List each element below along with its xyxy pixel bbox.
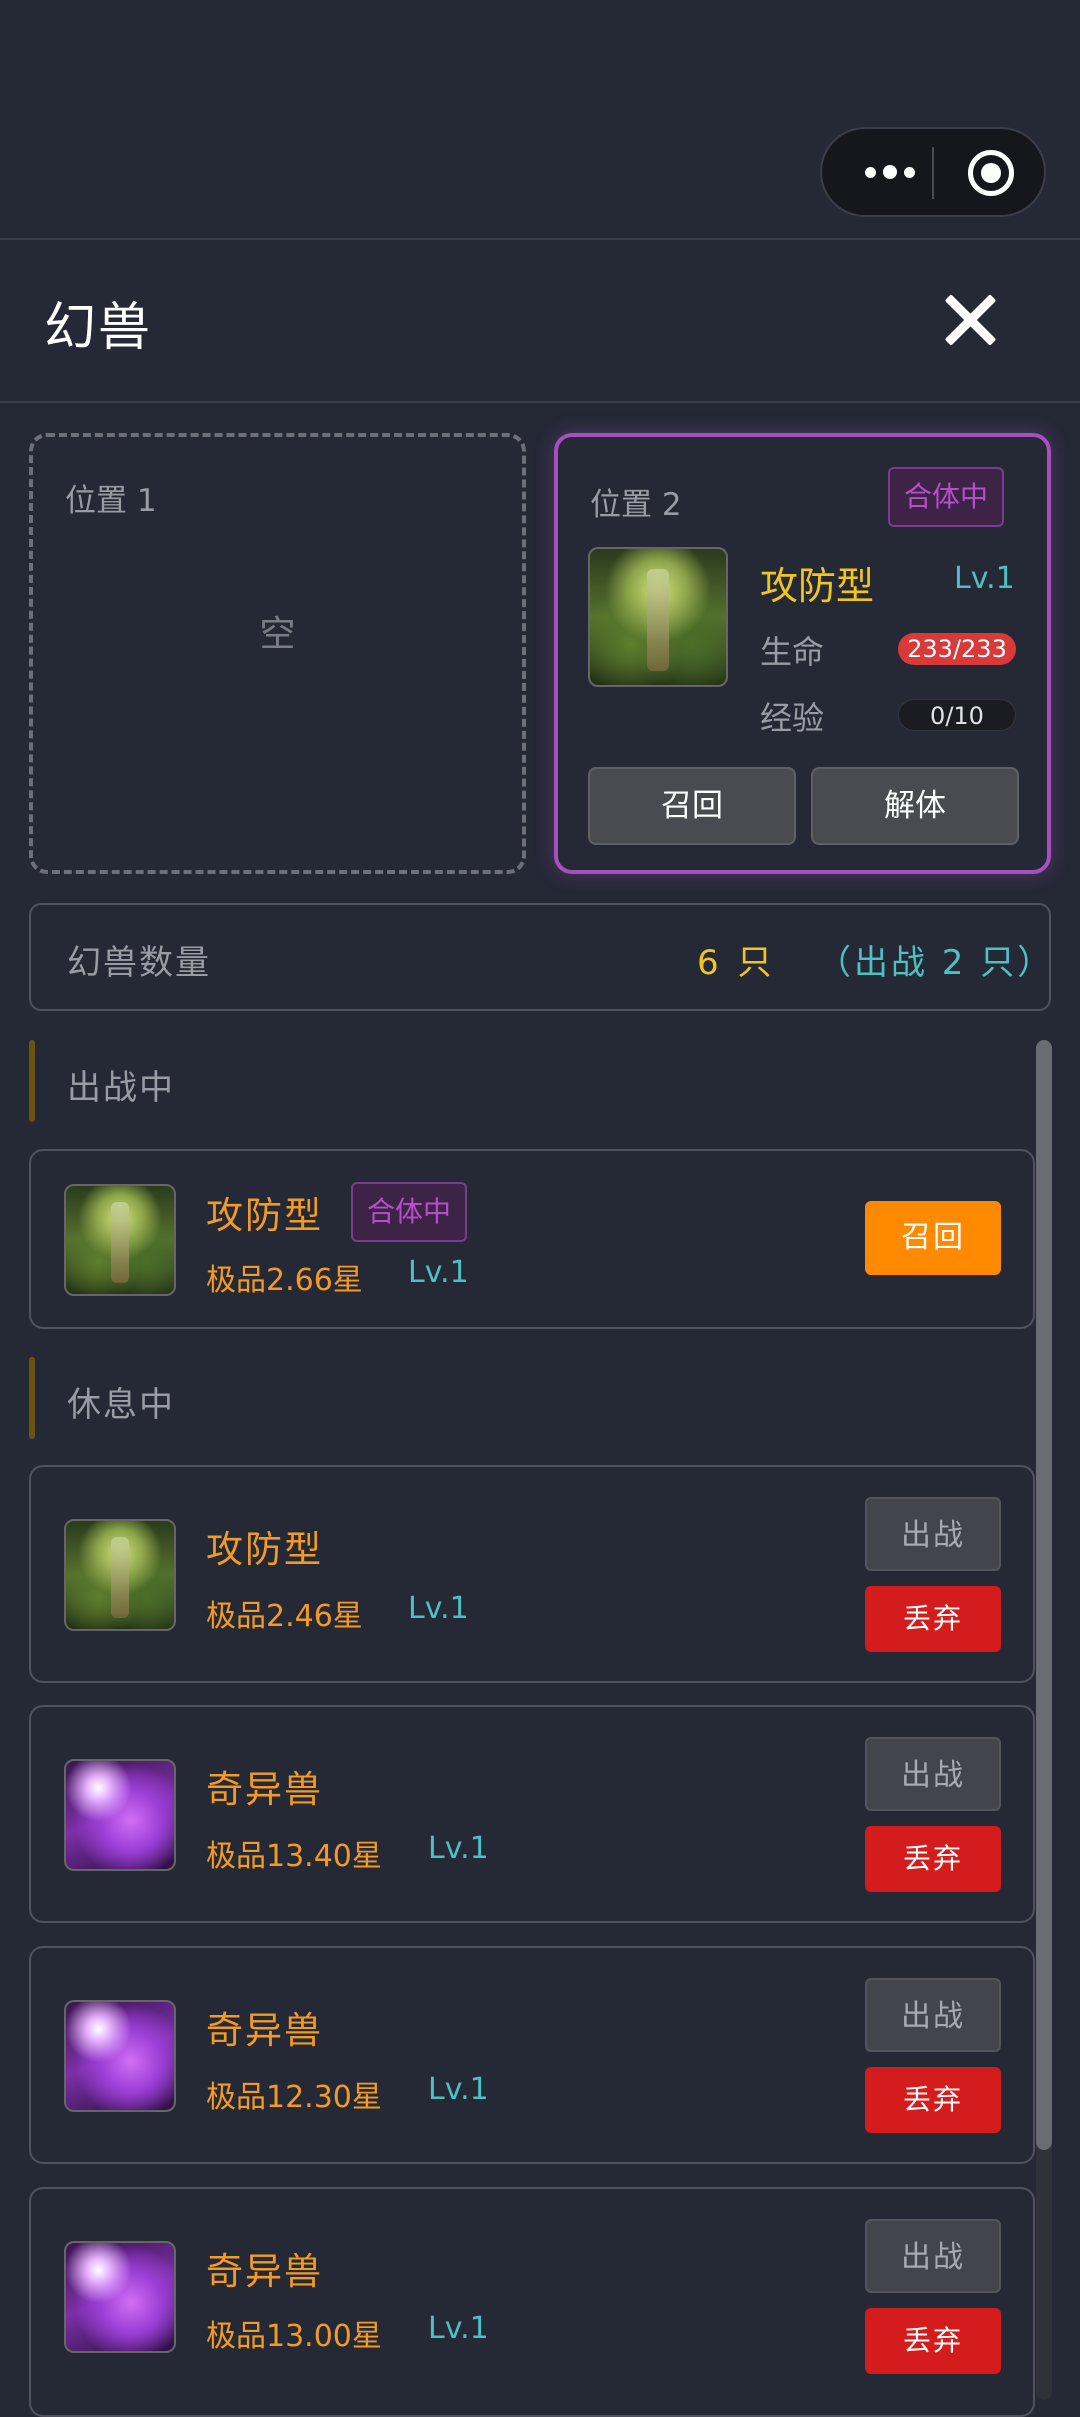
exp-label: 经验: [760, 699, 825, 737]
slot-1-empty-text: 空: [259, 614, 296, 655]
pet-quality: 极品2.66星: [206, 1263, 363, 1298]
section-active-header: 出战中: [29, 1040, 1019, 1122]
pet-name: 攻防型: [206, 1528, 323, 1571]
more-options-icon[interactable]: [850, 129, 930, 215]
section-accent-bar: [29, 1357, 35, 1439]
unmerge-button[interactable]: 解体: [811, 767, 1019, 845]
list-item[interactable]: 奇异兽 极品12.30星 Lv.1 出战 丢弃: [29, 1946, 1035, 2164]
slot-2-card: 位置 2 合体中 攻防型 Lv.1 生命 233/233 经验 0/10 召回 …: [554, 433, 1051, 874]
hp-label: 生命: [760, 633, 825, 671]
section-accent-bar: [29, 1040, 35, 1122]
pet-avatar: [64, 1759, 176, 1871]
miniprogram-capsule: [820, 127, 1046, 217]
section-active-title: 出战中: [67, 1068, 175, 1108]
discard-button[interactable]: 丢弃: [865, 2308, 1001, 2374]
pet-avatar: [64, 1184, 176, 1296]
pet-quality: 极品13.40星: [206, 1839, 382, 1874]
deploy-button[interactable]: 出战: [865, 1737, 1001, 1811]
header-divider-top: [0, 238, 1080, 240]
deploy-button[interactable]: 出战: [865, 1497, 1001, 1571]
pet-quality: 极品2.46星: [206, 1599, 363, 1634]
hp-value-pill: 233/233: [898, 633, 1016, 665]
merged-status-badge: 合体中: [351, 1182, 468, 1242]
pet-count-bar: 幻兽数量 6 只 （出战 2 只）: [29, 903, 1051, 1011]
pet-quality: 极品12.30星: [206, 2080, 382, 2115]
recall-button[interactable]: 召回: [865, 1201, 1001, 1275]
close-miniprogram-icon[interactable]: [968, 150, 1014, 196]
pet-name: 攻防型: [206, 1194, 323, 1237]
merged-status-badge: 合体中: [888, 467, 1005, 527]
pet-avatar: [588, 547, 728, 687]
deploy-button[interactable]: 出战: [865, 1978, 1001, 2052]
deployed-count: （出战 2 只）: [817, 943, 1055, 983]
page-title: 幻兽: [44, 298, 153, 358]
capsule-divider: [932, 147, 934, 199]
pet-name: 奇异兽: [206, 2009, 323, 2052]
close-icon[interactable]: [930, 280, 1010, 360]
slot-1-label: 位置 1: [65, 483, 157, 519]
header-divider-bottom: [0, 401, 1080, 403]
list-item[interactable]: 攻防型 极品2.46星 Lv.1 出战 丢弃: [29, 1465, 1035, 1683]
pet-name: 攻防型: [760, 564, 875, 608]
pet-quality: 极品13.00星: [206, 2319, 382, 2354]
pet-level: Lv.1: [408, 1591, 469, 1626]
pet-name: 奇异兽: [206, 1768, 323, 1811]
pet-level: Lv.1: [428, 2072, 489, 2107]
pet-level: Lv.1: [408, 1255, 469, 1290]
section-resting-title: 休息中: [67, 1385, 175, 1425]
deploy-button[interactable]: 出战: [865, 2219, 1001, 2293]
pet-avatar: [64, 2000, 176, 2112]
discard-button[interactable]: 丢弃: [865, 1826, 1001, 1892]
slot-1-card[interactable]: 位置 1 空: [29, 433, 526, 874]
scrollbar-thumb[interactable]: [1036, 1040, 1052, 2150]
slot-2-label: 位置 2: [590, 487, 682, 523]
list-item[interactable]: 奇异兽 极品13.00星 Lv.1 出战 丢弃: [29, 2187, 1035, 2417]
list-item[interactable]: 奇异兽 极品13.40星 Lv.1 出战 丢弃: [29, 1705, 1035, 1923]
pet-count-label: 幻兽数量: [67, 943, 211, 983]
pet-name: 奇异兽: [206, 2250, 323, 2293]
pet-level: Lv.1: [954, 561, 1015, 596]
pet-avatar: [64, 1519, 176, 1631]
pet-level: Lv.1: [428, 1831, 489, 1866]
pet-level: Lv.1: [428, 2311, 489, 2346]
discard-button[interactable]: 丢弃: [865, 2067, 1001, 2133]
pet-avatar: [64, 2241, 176, 2353]
exp-value-pill: 0/10: [898, 699, 1016, 731]
list-item[interactable]: 攻防型 合体中 极品2.66星 Lv.1 召回: [29, 1149, 1035, 1329]
pet-count-value: 6 只: [697, 943, 776, 983]
discard-button[interactable]: 丢弃: [865, 1586, 1001, 1652]
section-resting-header: 休息中: [29, 1357, 1019, 1439]
recall-button[interactable]: 召回: [588, 767, 796, 845]
